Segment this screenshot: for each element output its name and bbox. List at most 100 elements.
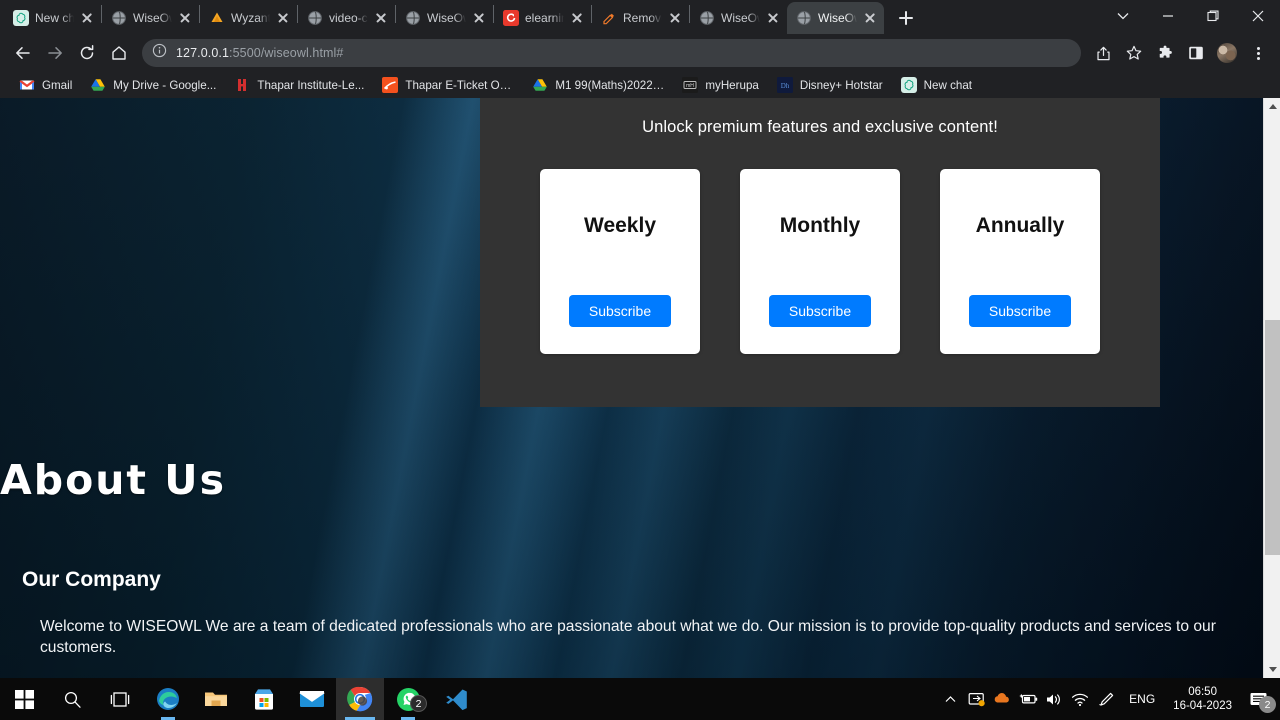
taskbar-item-file-explorer[interactable]	[192, 678, 240, 720]
url-host: 127.0.0.1	[176, 46, 230, 60]
avatar	[1217, 43, 1237, 63]
forward-button[interactable]	[40, 38, 70, 68]
close-icon[interactable]	[276, 11, 290, 25]
about-us-heading: About Us	[0, 456, 227, 504]
browser-tab[interactable]: New chat	[4, 2, 101, 34]
bookmark-label: My Drive - Google...	[113, 78, 217, 92]
close-icon[interactable]	[472, 11, 486, 25]
start-button[interactable]	[0, 678, 48, 720]
scroll-up-icon[interactable]	[1264, 98, 1280, 115]
page-viewport: Unlock premium features and exclusive co…	[0, 98, 1280, 678]
taskbar-item-microsoft-store[interactable]	[240, 678, 288, 720]
bookmark-item[interactable]: New chat	[892, 74, 981, 96]
close-icon[interactable]	[863, 11, 877, 25]
bookmark-star-icon[interactable]	[1120, 39, 1148, 67]
browser-tab[interactable]: WiseOwl	[102, 2, 199, 34]
bookmark-label: New chat	[923, 78, 972, 92]
close-icon[interactable]	[178, 11, 192, 25]
address-bar[interactable]: 127.0.0.1:5500/wiseowl.html#	[142, 39, 1081, 67]
new-tab-button[interactable]	[892, 4, 920, 32]
close-icon[interactable]	[80, 11, 94, 25]
google-drive-icon	[90, 77, 106, 93]
subscribe-button-weekly[interactable]: Subscribe	[568, 295, 672, 327]
volume-icon[interactable]	[1041, 678, 1067, 720]
pricing-section: Unlock premium features and exclusive co…	[480, 98, 1160, 407]
svg-text:mH: mH	[686, 83, 694, 89]
bookmark-item[interactable]: Gmail	[10, 74, 81, 96]
tab-title: New chat	[35, 11, 74, 25]
chatgpt-icon	[13, 10, 29, 26]
elearning-icon	[503, 10, 519, 26]
language-indicator[interactable]: ENG	[1119, 692, 1165, 706]
close-icon[interactable]	[668, 11, 682, 25]
taskbar-item-vscode[interactable]	[432, 678, 480, 720]
wyzant-icon	[209, 10, 225, 26]
pricing-card-annually: Annually Subscribe	[940, 169, 1100, 354]
task-view-icon[interactable]	[96, 678, 144, 720]
display-settings-icon[interactable]	[963, 678, 989, 720]
svg-text:Dh: Dh	[781, 82, 790, 90]
show-hidden-icons-chevron-icon[interactable]	[937, 678, 963, 720]
site-info-icon[interactable]	[152, 43, 167, 63]
browser-tab[interactable]: WiseOwl	[690, 2, 787, 34]
bookmark-item[interactable]: Thapar E-Ticket Onl...	[373, 74, 523, 96]
subscribe-button-annually[interactable]: Subscribe	[968, 295, 1072, 327]
browser-tab-active[interactable]: WiseOwl	[787, 2, 884, 34]
tab-title: WiseOwl	[133, 11, 172, 25]
bookmark-label: M1 99(Maths)2022-...	[555, 78, 665, 92]
globe-icon	[111, 10, 127, 26]
close-icon[interactable]	[570, 11, 584, 25]
minimize-button[interactable]	[1145, 0, 1190, 32]
taskbar-item-whatsapp[interactable]: 2	[384, 678, 432, 720]
side-panel-icon[interactable]	[1182, 39, 1210, 67]
home-button[interactable]	[104, 38, 134, 68]
browser-tab[interactable]: elearning	[494, 2, 591, 34]
about-us-paragraph: Welcome to WISEOWL We are a team of dedi…	[40, 618, 1216, 656]
clock-time: 06:50	[1188, 686, 1217, 698]
tab-title: Wyzant: F	[231, 11, 270, 25]
back-button[interactable]	[8, 38, 38, 68]
wifi-icon[interactable]	[1067, 678, 1093, 720]
taskbar-item-edge[interactable]	[144, 678, 192, 720]
pricing-subtitle: Unlock premium features and exclusive co…	[642, 118, 998, 136]
close-window-button[interactable]	[1235, 0, 1280, 32]
reload-button[interactable]	[72, 38, 102, 68]
browser-tab[interactable]: WiseOwl	[396, 2, 493, 34]
maximize-button[interactable]	[1190, 0, 1235, 32]
battery-charging-icon[interactable]	[1015, 678, 1041, 720]
close-icon[interactable]	[374, 11, 388, 25]
tab-search-button[interactable]	[1100, 0, 1145, 32]
close-icon[interactable]	[766, 11, 780, 25]
notifications-icon[interactable]: 2	[1240, 678, 1276, 720]
scrollbar-thumb[interactable]	[1265, 320, 1280, 555]
bookmark-item[interactable]: My Drive - Google...	[81, 74, 225, 96]
scroll-down-icon[interactable]	[1264, 661, 1280, 678]
bookmark-item[interactable]: mH myHerupa	[673, 74, 767, 96]
browser-tab[interactable]: video-ch	[298, 2, 395, 34]
thapar-icon	[234, 77, 250, 93]
cloud-icon[interactable]	[989, 678, 1015, 720]
gmail-icon	[19, 77, 35, 93]
search-icon[interactable]	[48, 678, 96, 720]
bookmark-item[interactable]: Thapar Institute-Le...	[225, 74, 373, 96]
taskbar-item-mail[interactable]	[288, 678, 336, 720]
clock[interactable]: 06:50 16-04-2023	[1165, 685, 1240, 713]
tab-title: WiseOwl	[427, 11, 466, 25]
globe-icon	[699, 10, 715, 26]
globe-icon	[405, 10, 421, 26]
bookmark-label: Gmail	[42, 78, 73, 92]
chatgpt-icon	[900, 77, 917, 93]
share-icon[interactable]	[1089, 39, 1117, 67]
pen-menu-icon[interactable]	[1093, 678, 1119, 720]
subscribe-button-monthly[interactable]: Subscribe	[768, 295, 872, 327]
page-scrollbar[interactable]	[1263, 98, 1280, 678]
bookmark-item[interactable]: Dh Disney+ Hotstar	[768, 74, 892, 96]
extensions-puzzle-icon[interactable]	[1151, 39, 1179, 67]
browser-tab[interactable]: Remove	[592, 2, 689, 34]
bookmark-item[interactable]: M1 99(Maths)2022-...	[523, 74, 673, 96]
tab-strip: New chat WiseOwl Wyzant: F video-ch	[0, 0, 1280, 34]
taskbar-item-chrome[interactable]	[336, 678, 384, 720]
chrome-menu-icon[interactable]	[1244, 39, 1272, 67]
profile-avatar[interactable]	[1213, 39, 1241, 67]
browser-tab[interactable]: Wyzant: F	[200, 2, 297, 34]
